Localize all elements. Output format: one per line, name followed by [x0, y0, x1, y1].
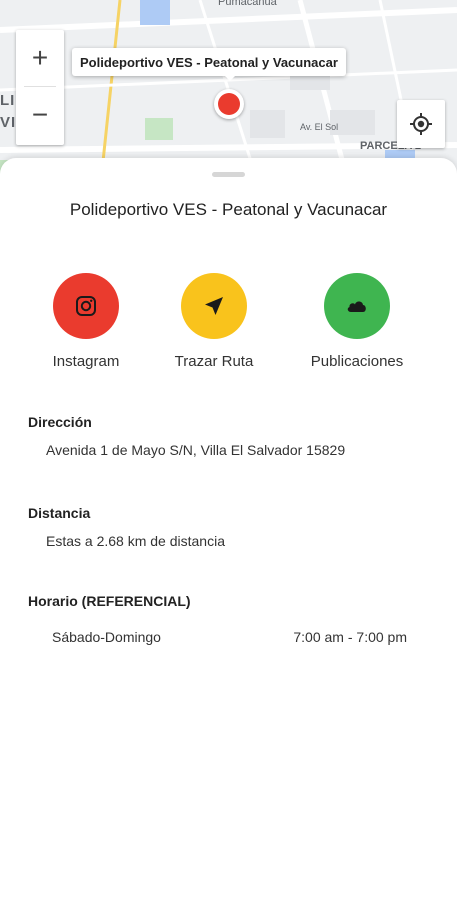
drag-handle[interactable] — [212, 172, 245, 177]
hours-section: Horario (REFERENCIAL) Sábado-Domingo 7:0… — [28, 593, 428, 653]
hours-days: Sábado-Domingo — [52, 629, 161, 645]
location-marker[interactable] — [214, 89, 244, 119]
instagram-icon — [76, 296, 96, 316]
hours-title: Horario (REFERENCIAL) — [28, 593, 191, 609]
map-place-label: Pumacahua — [218, 0, 277, 8]
cloud-icon — [347, 301, 366, 312]
distance-value: Estas a 2.68 km de distancia — [46, 533, 225, 549]
distance-title: Distancia — [28, 505, 91, 521]
map-edge-label-2: VI — [0, 114, 17, 131]
info-window-tail — [224, 75, 236, 81]
marker-info-window[interactable]: Polideportivo VES - Peatonal y Vacunacar — [72, 48, 346, 76]
address-title: Dirección — [28, 414, 92, 430]
place-details-sheet: Polideportivo VES - Peatonal y Vacunacar… — [0, 158, 457, 900]
map-street-label: Av. El Sol — [300, 122, 339, 132]
distance-section: Distancia Estas a 2.68 km de distancia — [28, 505, 428, 549]
instagram-label: Instagram — [52, 353, 120, 370]
zoom-out-button[interactable]: − — [16, 87, 64, 143]
my-location-button[interactable] — [397, 100, 445, 148]
publicaciones-label: Publicaciones — [310, 353, 404, 370]
address-value: Avenida 1 de Mayo S/N, Villa El Salvador… — [46, 442, 346, 458]
instagram-circle — [53, 273, 119, 339]
instagram-button[interactable]: Instagram — [16, 273, 156, 370]
place-title: Polideportivo VES - Peatonal y Vacunacar — [69, 200, 388, 219]
zoom-in-button[interactable]: + — [16, 30, 64, 86]
publicaciones-circle — [324, 273, 390, 339]
route-button[interactable]: Trazar Ruta — [144, 273, 284, 370]
navigation-arrow-icon — [205, 297, 223, 315]
hours-time: 7:00 am - 7:00 pm — [293, 629, 407, 645]
crosshair-icon — [410, 113, 432, 135]
route-circle — [181, 273, 247, 339]
route-label: Trazar Ruta — [174, 353, 254, 370]
address-section: Dirección Avenida 1 de Mayo S/N, Villa E… — [28, 414, 428, 458]
publicaciones-button[interactable]: Publicaciones — [287, 273, 427, 370]
zoom-controls: + − — [16, 30, 64, 145]
marker-dot — [218, 93, 240, 115]
